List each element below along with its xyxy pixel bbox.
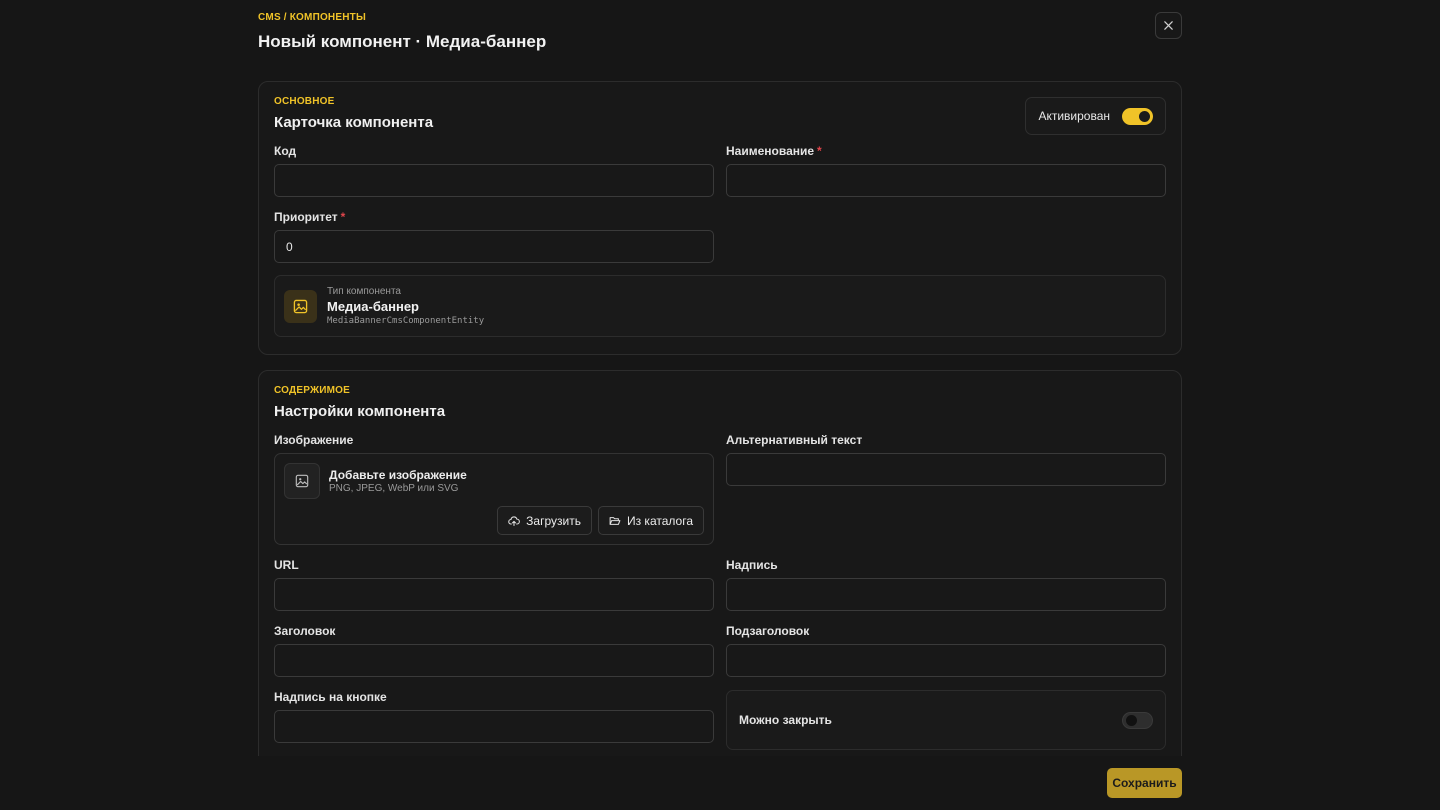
caption-field-group: Надпись [726,558,1166,611]
name-label: Наименование * [726,144,1166,158]
caption-label: Надпись [726,558,778,572]
upload-button[interactable]: Загрузить [497,506,592,535]
form-scroll-area[interactable]: ОСНОВНОЕ Карточка компонента Активирован… [258,81,1182,756]
switch-knob [1126,714,1137,726]
cloud-upload-icon [508,515,521,526]
code-input[interactable] [274,164,714,197]
priority-field-group: Приоритет * [274,210,714,263]
required-mark: * [340,210,346,224]
subheading-field-group: Подзаголовок [726,624,1166,677]
folder-open-icon [609,516,621,525]
closable-toggle-box: Можно закрыть [726,690,1166,750]
priority-label-text: Приоритет [274,210,338,224]
breadcrumb[interactable]: CMS / КОМПОНЕНТЫ [258,12,546,23]
heading-field-group: Заголовок [274,624,714,677]
type-name: Медиа-баннер [327,299,419,314]
name-input[interactable] [726,164,1166,197]
catalog-button-label: Из каталога [626,513,693,528]
page-title: Новый компонент · Медиа-баннер [258,32,547,51]
subheading-input[interactable] [726,644,1166,677]
active-switch[interactable] [1122,107,1153,125]
priority-input[interactable] [274,230,714,263]
url-input[interactable] [274,578,714,611]
required-mark: * [817,144,822,158]
type-caption: Тип компонента [327,286,401,297]
content-section: СОДЕРЖИМОЕ Настройки компонента Изображе… [258,370,1182,756]
save-button[interactable]: Сохранить [1107,768,1182,798]
page-header: CMS / КОМПОНЕНТЫ Новый компонент · Медиа… [258,12,546,52]
heading-input[interactable] [274,644,714,677]
close-button[interactable] [1155,12,1182,39]
upload-actions: Загрузить Из каталога [497,506,704,535]
name-label-text: Наименование [726,144,815,158]
closable-field-group: Можно закрыть [726,690,1166,750]
basic-section: ОСНОВНОЕ Карточка компонента Активирован… [258,81,1182,355]
alt-label: Альтернативный текст [726,433,863,447]
image-upload-box[interactable]: Добавьте изображение PNG, JPEG, WebP или… [274,453,714,545]
component-type-info: Тип компонента Медиа-баннер MediaBannerC… [327,286,484,326]
component-type-box: Тип компонента Медиа-баннер MediaBannerC… [274,275,1166,337]
section-title: Настройки компонента [274,403,446,420]
image-label: Изображение [274,433,354,447]
switch-knob [1139,110,1150,122]
button-text-label: Надпись на кнопке [274,690,387,704]
name-field-group: Наименование * [726,144,1166,197]
code-label: Код [274,144,714,158]
button-text-field-group: Надпись на кнопке [274,690,714,750]
code-label-text: Код [274,144,297,158]
close-icon [1164,21,1173,30]
closable-label: Можно закрыть [739,713,832,727]
url-field-group: URL [274,558,714,611]
alt-text-input[interactable] [726,453,1166,486]
upload-title: Добавьте изображение [329,468,467,482]
heading-label: Заголовок [274,624,336,638]
priority-label: Приоритет * [274,210,714,224]
image-field-group: Изображение Добавьте изображение PNG, JP… [274,433,714,545]
code-field-group: Код [274,144,714,197]
active-toggle-label: Активирован [1038,109,1110,123]
button-text-input[interactable] [274,710,714,743]
image-icon [284,289,317,323]
subheading-label: Подзаголовок [726,624,810,638]
url-label: URL [274,558,299,572]
active-toggle-box: Активирован [1025,97,1166,135]
section-tag: СОДЕРЖИМОЕ [274,385,350,396]
caption-input[interactable] [726,578,1166,611]
type-class: MediaBannerCmsComponentEntity [327,316,485,326]
upload-hint: PNG, JPEG, WebP или SVG [329,483,459,494]
alt-field-group: Альтернативный текст [726,433,1166,545]
upload-button-label: Загрузить [526,513,581,528]
catalog-button[interactable]: Из каталога [597,506,704,535]
closable-switch[interactable] [1122,711,1153,729]
image-placeholder-icon [284,463,320,499]
